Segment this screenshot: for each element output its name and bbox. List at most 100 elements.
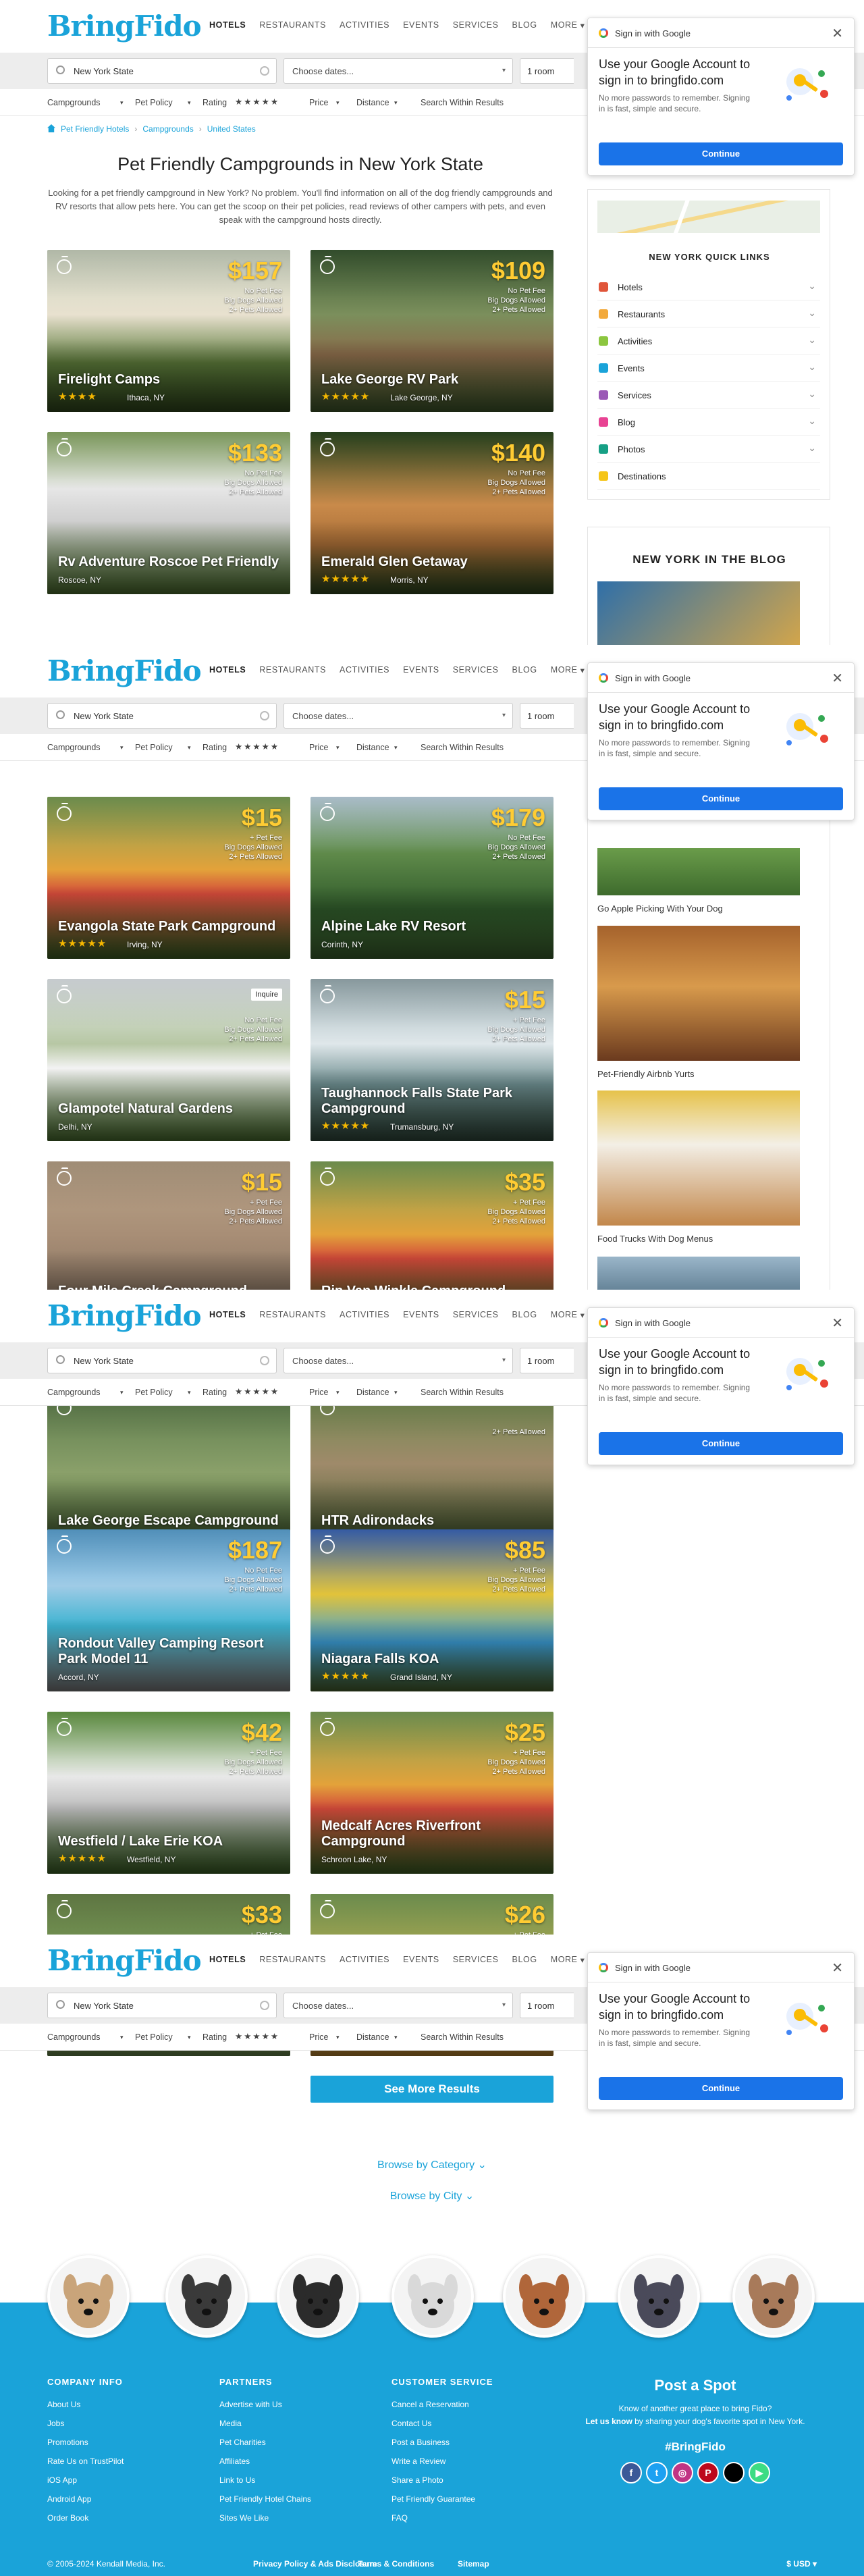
quick-link-services[interactable]: Services ⌄ <box>597 382 820 409</box>
nav-restaurants[interactable]: RESTAURANTS <box>259 1955 326 1965</box>
footer-link[interactable]: FAQ <box>392 2508 493 2527</box>
listing-name[interactable]: Westfield / Lake Erie KOA <box>58 1834 281 1849</box>
listing-name[interactable]: Rondout Valley Camping Resort Park Model… <box>58 1636 281 1667</box>
nav-hotels[interactable]: HOTELS <box>209 1310 246 1320</box>
quick-link-hotels[interactable]: Hotels ⌄ <box>597 273 820 300</box>
google-continue-button[interactable]: Continue <box>599 2077 843 2100</box>
quick-link-photos[interactable]: Photos ⌄ <box>597 436 820 463</box>
filter-pet-policy[interactable]: Pet Policy <box>135 98 173 107</box>
filter-campgrounds[interactable]: Campgrounds <box>47 2032 101 2042</box>
home-icon[interactable] <box>47 124 55 132</box>
nav-events[interactable]: EVENTS <box>403 1310 439 1320</box>
google-continue-button[interactable]: Continue <box>599 1432 843 1455</box>
nav-events[interactable]: EVENTS <box>403 20 439 30</box>
filter-pet-policy[interactable]: Pet Policy <box>135 1388 173 1397</box>
quick-link-events[interactable]: Events ⌄ <box>597 354 820 382</box>
rooms-select[interactable]: 1 room <box>520 1993 574 2018</box>
listing-name[interactable]: Alpine Lake RV Resort <box>321 919 544 935</box>
nav-hotels[interactable]: HOTELS <box>209 1955 246 1965</box>
google-continue-button[interactable]: Continue <box>599 787 843 810</box>
nav-services[interactable]: SERVICES <box>453 1955 499 1965</box>
chevron-down-icon[interactable]: ⌄ <box>808 388 816 400</box>
filter-distance[interactable]: Distance <box>356 743 389 752</box>
listing-name[interactable]: Rv Adventure Roscoe Pet Friendly <box>58 554 281 570</box>
dates-input[interactable]: Choose dates... ▾ <box>284 1993 513 2018</box>
filter-pet-policy[interactable]: Pet Policy <box>135 2032 173 2042</box>
browse-by-category-link[interactable]: Browse by Category ⌄ <box>0 2158 864 2172</box>
rating-filter-stars[interactable]: ★★★★★ <box>235 1386 279 1396</box>
filter-price[interactable]: Price <box>309 1388 328 1397</box>
listing-card[interactable]: $157 No Pet Fee Big Dogs Allowed 2+ Pets Al… <box>47 250 290 412</box>
filter-campgrounds[interactable]: Campgrounds <box>47 98 101 107</box>
filter-rating[interactable]: Rating <box>202 98 227 107</box>
facebook-icon[interactable]: f <box>620 2462 642 2483</box>
chevron-down-icon[interactable]: ⌄ <box>808 334 816 346</box>
blog-caption-3[interactable]: Food Trucks With Dog Menus <box>597 1234 713 1244</box>
chevron-down-icon[interactable]: ⌄ <box>808 415 816 427</box>
filter-rating[interactable]: Rating <box>202 743 227 752</box>
footer-link[interactable]: Contact Us <box>392 2414 493 2433</box>
footer-link[interactable]: Pet Charities <box>219 2433 311 2452</box>
rating-filter-stars[interactable]: ★★★★★ <box>235 741 279 752</box>
quick-link-activities[interactable]: Activities ⌄ <box>597 327 820 354</box>
listing-card[interactable]: $85 + Pet Fee Big Dogs Allowed 2+ Pets Allo… <box>310 1529 554 1691</box>
quick-link-restaurants[interactable]: Restaurants ⌄ <box>597 300 820 327</box>
nav-activities[interactable]: ACTIVITIES <box>340 1310 389 1320</box>
filter-search-within-results[interactable]: Search Within Results <box>421 2032 504 2042</box>
listing-card[interactable]: $15 + Pet Fee Big Dogs Allowed 2+ Pets Allo… <box>47 797 290 959</box>
filter-price[interactable]: Price <box>309 98 328 107</box>
close-icon[interactable]: ✕ <box>832 670 843 687</box>
location-input[interactable]: New York State <box>47 703 277 729</box>
filter-campgrounds[interactable]: Campgrounds <box>47 1388 101 1397</box>
listing-name[interactable]: HTR Adirondacks <box>321 1513 544 1529</box>
listing-name[interactable]: Lake George Escape Campground <box>58 1513 281 1529</box>
pinterest-icon[interactable]: P <box>697 2462 719 2483</box>
footer-link[interactable]: Android App <box>47 2490 124 2508</box>
quick-link-destinations[interactable]: Destinations <box>597 463 820 490</box>
filter-rating[interactable]: Rating <box>202 1388 227 1397</box>
filter-campgrounds[interactable]: Campgrounds <box>47 743 101 752</box>
map-thumbnail[interactable] <box>597 201 820 233</box>
filter-pet-policy[interactable]: Pet Policy <box>135 743 173 752</box>
nav-blog[interactable]: BLOG <box>512 1955 537 1965</box>
chevron-down-icon[interactable]: ⌄ <box>808 442 816 454</box>
blog-caption-2[interactable]: Pet-Friendly Airbnb Yurts <box>597 1069 695 1079</box>
listing-card[interactable]: $25 + Pet Fee Big Dogs Allowed 2+ Pets Allo… <box>310 1712 554 1874</box>
filter-search-within-results[interactable]: Search Within Results <box>421 1388 504 1397</box>
twitter-icon[interactable]: t <box>646 2462 668 2483</box>
nav-blog[interactable]: BLOG <box>512 665 537 675</box>
footer-link[interactable]: Sites We Like <box>219 2508 311 2527</box>
listing-card[interactable]: $42 + Pet Fee Big Dogs Allowed 2+ Pets Allo… <box>47 1712 290 1874</box>
breadcrumb-campgrounds[interactable]: Campgrounds <box>142 124 193 134</box>
footer-link[interactable]: Share a Photo <box>392 2471 493 2490</box>
close-icon[interactable]: ✕ <box>832 1960 843 1976</box>
nav-events[interactable]: EVENTS <box>403 665 439 675</box>
instagram-icon[interactable]: ◎ <box>672 2462 693 2483</box>
locate-me-icon[interactable] <box>260 711 269 720</box>
footer-link[interactable]: Post a Business <box>392 2433 493 2452</box>
footer-link[interactable]: iOS App <box>47 2471 124 2490</box>
nav-blog[interactable]: BLOG <box>512 1310 537 1320</box>
footer-link[interactable]: About Us <box>47 2395 124 2414</box>
google-continue-button[interactable]: Continue <box>599 142 843 165</box>
nav-blog[interactable]: BLOG <box>512 20 537 30</box>
let-us-know-link[interactable]: Let us know <box>585 2417 632 2426</box>
filter-search-within-results[interactable]: Search Within Results <box>421 743 504 752</box>
listing-name[interactable]: Glampotel Natural Gardens <box>58 1101 281 1117</box>
locate-me-icon[interactable] <box>260 2001 269 2010</box>
locate-me-icon[interactable] <box>260 1356 269 1365</box>
footer-link[interactable]: Promotions <box>47 2433 124 2452</box>
listing-card[interactable]: $15 + Pet Fee Big Dogs Allowed 2+ Pets Allo… <box>310 979 554 1141</box>
footer-link[interactable]: Cancel a Reservation <box>392 2395 493 2414</box>
nav-more[interactable]: MORE <box>551 1955 578 1965</box>
nav-events[interactable]: EVENTS <box>403 1955 439 1965</box>
nav-activities[interactable]: ACTIVITIES <box>340 20 389 30</box>
apple-icon[interactable] <box>723 2462 745 2483</box>
see-more-results-button[interactable]: See More Results <box>310 2076 554 2103</box>
footer-link[interactable]: Affiliates <box>219 2452 311 2471</box>
footer-link[interactable]: Order Book <box>47 2508 124 2527</box>
filter-search-within-results[interactable]: Search Within Results <box>421 98 504 107</box>
nav-more[interactable]: MORE <box>551 20 578 30</box>
blog-image-foodtruck[interactable] <box>597 1090 800 1226</box>
nav-hotels[interactable]: HOTELS <box>209 20 246 30</box>
